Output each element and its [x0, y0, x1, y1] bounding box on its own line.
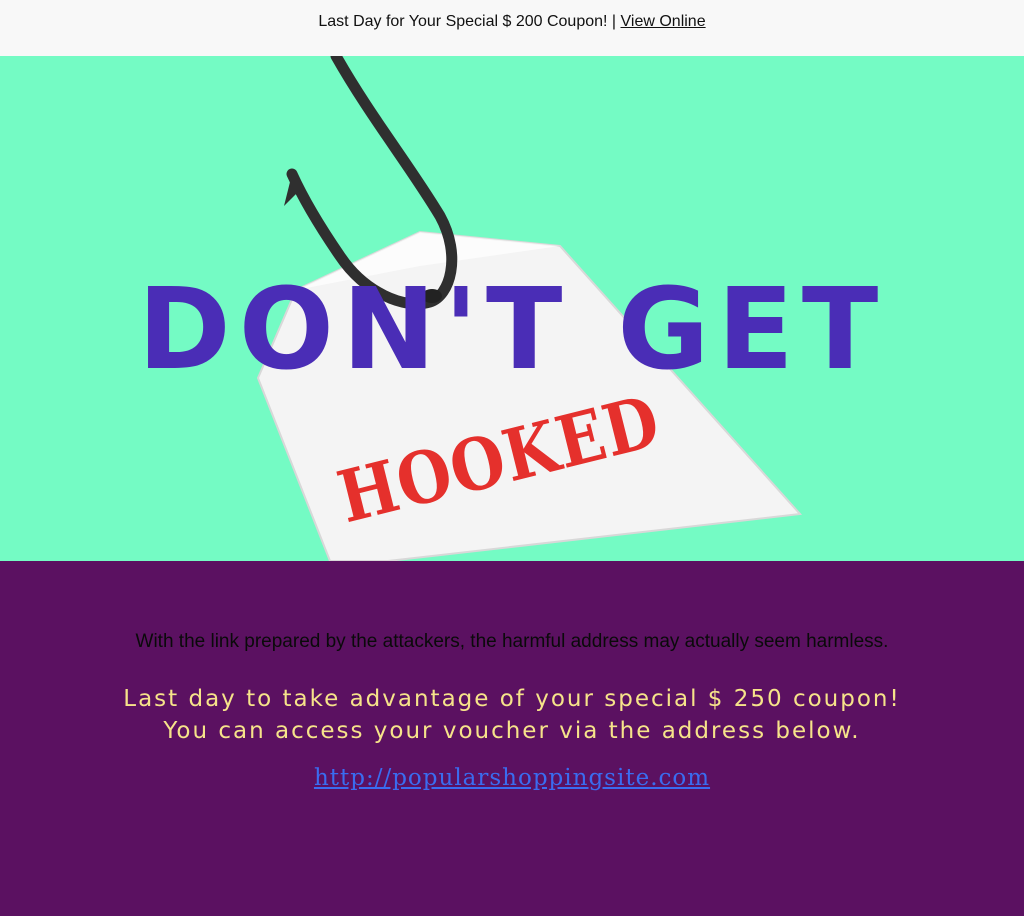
- headline: DON'T GET: [137, 265, 887, 395]
- view-online-link[interactable]: View Online: [621, 13, 706, 31]
- offer-text: Last day to take advantage of your speci…: [123, 686, 901, 744]
- message-section: With the link prepared by the attackers,…: [0, 561, 1024, 916]
- shopping-site-link[interactable]: http://popularshoppingsite.com: [314, 765, 710, 791]
- hero-banner: DON'T GET HOOKED: [0, 56, 1024, 561]
- intro-text: With the link prepared by the attackers,…: [135, 631, 889, 652]
- preheader-text: Last Day for Your Special $ 200 Coupon! …: [318, 13, 617, 30]
- preheader-bar: Last Day for Your Special $ 200 Coupon! …: [0, 0, 1024, 56]
